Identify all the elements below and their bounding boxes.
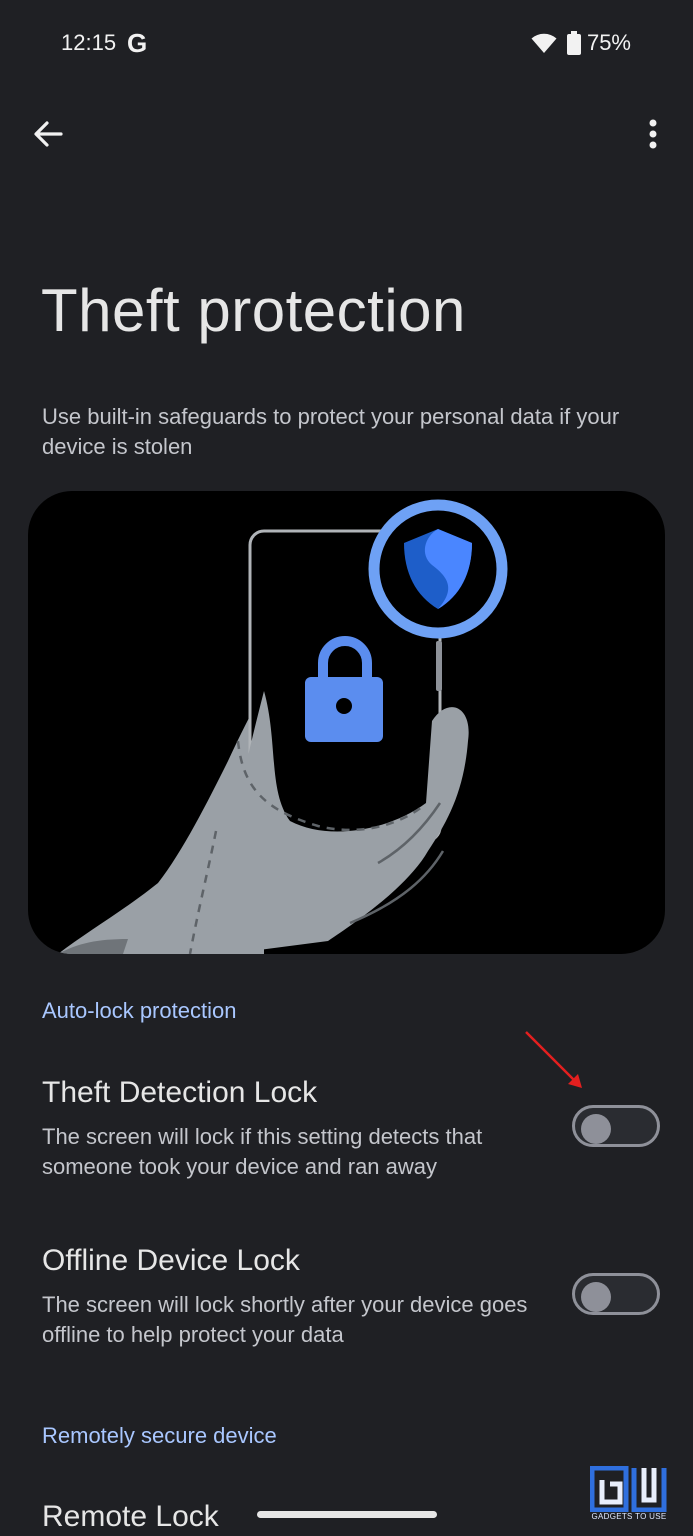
setting-description-theft-detection-lock: The screen will lock if this setting det…	[42, 1124, 483, 1179]
section-header-remote: Remotely secure device	[42, 1423, 277, 1448]
setting-title-theft-detection-lock[interactable]: Theft Detection Lock	[42, 1076, 317, 1110]
red-arrow-icon	[525, 1031, 582, 1088]
arrow-left-icon	[34, 121, 63, 147]
wifi-icon	[531, 33, 557, 53]
offline-device-lock-toggle[interactable]	[572, 1273, 660, 1315]
theft-protection-illustration	[28, 491, 665, 954]
more-options-button[interactable]	[633, 108, 673, 160]
back-button[interactable]	[22, 108, 74, 160]
google-g-icon: G	[127, 28, 148, 58]
page-title: Theft protection	[41, 277, 466, 344]
battery-percent: 75%	[586, 30, 631, 55]
toggle-knob	[581, 1282, 611, 1312]
theft-detection-lock-toggle[interactable]	[572, 1105, 660, 1147]
section-header-auto-lock: Auto-lock protection	[42, 998, 237, 1023]
page-description: Use built-in safeguards to protect your …	[42, 404, 620, 459]
more-vertical-icon	[649, 119, 657, 149]
setting-title-offline-device-lock[interactable]: Offline Device Lock	[42, 1244, 300, 1278]
watermark-text: GADGETS TO USE	[591, 1512, 667, 1521]
home-gesture-handle[interactable]	[257, 1511, 437, 1518]
gadgets-to-use-watermark: GADGETS TO USE	[589, 1465, 668, 1524]
status-time: 12:15	[61, 30, 117, 55]
setting-description-offline-device-lock: The screen will lock shortly after your …	[42, 1292, 528, 1347]
gu-logo-icon	[589, 1465, 667, 1513]
setting-title-remote-lock[interactable]: Remote Lock	[42, 1500, 219, 1534]
battery-icon	[566, 31, 581, 55]
toggle-knob	[581, 1114, 611, 1144]
status-icons: 75%	[531, 30, 631, 56]
theft-protection-screen: 12:15 G 75% Theft protection Use built-i…	[0, 0, 693, 1536]
